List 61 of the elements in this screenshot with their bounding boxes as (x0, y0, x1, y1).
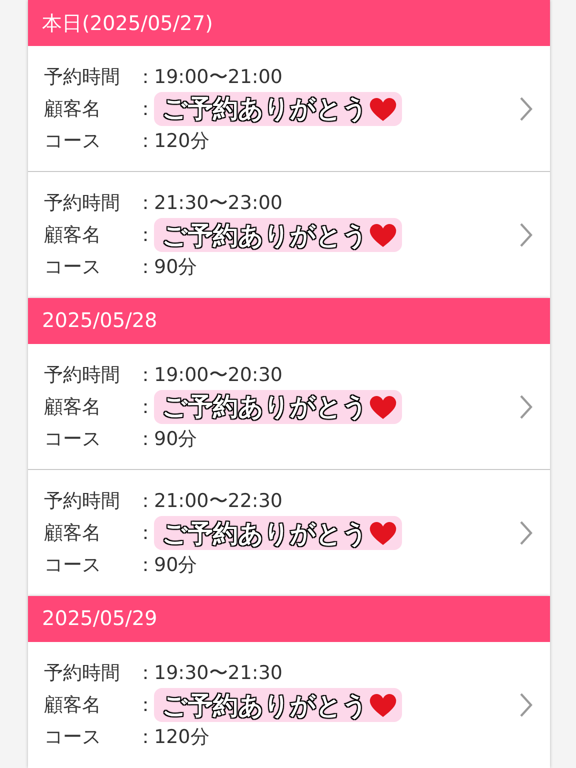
reservation-item[interactable]: 予約時間 ：19:00〜20:30 顧客名 ： ご予約ありがとう コース ：90分 (28, 344, 550, 470)
colon: ： (136, 489, 154, 514)
field-label: 顧客名 (44, 693, 102, 718)
heart-icon (368, 221, 398, 249)
field-label: コース (44, 725, 102, 750)
chevron-right-icon (518, 519, 534, 547)
field-label: 顧客名 (44, 521, 102, 546)
thank-you-sticker: ご予約ありがとう (154, 218, 402, 252)
field-label: 顧客名 (44, 394, 102, 420)
heart-icon (368, 519, 398, 547)
field-value: 90分 (154, 553, 198, 578)
reservation-item[interactable]: 予約時間 ：19:00〜21:00 顧客名 ： ご予約ありがとう コース ：120分 (28, 46, 550, 172)
field-label: コース (44, 255, 102, 280)
colon: ： (136, 426, 154, 452)
field-label: 予約時間 (44, 489, 121, 514)
colon: ： (136, 191, 154, 216)
field-value: 120分 (154, 725, 210, 750)
colon: ： (136, 725, 154, 750)
chevron-right-icon (518, 221, 534, 249)
field-value: 19:30〜21:30 (154, 661, 283, 686)
date-header: 2025/05/29 (28, 596, 550, 642)
colon: ： (136, 223, 154, 248)
colon: ： (136, 394, 154, 420)
colon: ： (136, 693, 154, 718)
field-label: 予約時間 (44, 661, 121, 686)
reservation-item[interactable]: 予約時間 ：19:30〜21:30 顧客名 ： ご予約ありがとう コース ：120分 (28, 642, 550, 768)
field-label: 顧客名 (44, 96, 102, 122)
thank-you-sticker: ご予約ありがとう (154, 688, 402, 722)
field-value: 90分 (154, 255, 198, 280)
colon: ： (136, 64, 154, 90)
field-value: 19:00〜20:30 (154, 362, 283, 388)
field-value: 120分 (154, 128, 210, 154)
thank-you-sticker: ご予約ありがとう (154, 516, 402, 550)
field-label: 予約時間 (44, 362, 121, 388)
colon: ： (136, 521, 154, 546)
field-label: 予約時間 (44, 191, 121, 216)
field-label: コース (44, 426, 102, 452)
thank-you-sticker: ご予約ありがとう (154, 390, 402, 424)
chevron-right-icon (518, 691, 534, 719)
thank-you-sticker: ご予約ありがとう (154, 92, 402, 126)
colon: ： (136, 362, 154, 388)
date-header: 本日(2025/05/27) (28, 0, 550, 46)
field-value: 21:30〜23:00 (154, 191, 283, 216)
reservation-item[interactable]: 予約時間 ：21:00〜22:30 顧客名 ： ご予約ありがとう コース ：90分 (28, 470, 550, 596)
colon: ： (136, 128, 154, 154)
field-value: 90分 (154, 426, 198, 452)
field-value: 21:00〜22:30 (154, 489, 283, 514)
chevron-right-icon (518, 392, 534, 420)
reservation-item[interactable]: 予約時間 ：21:30〜23:00 顧客名 ： ご予約ありがとう コース ：90分 (28, 172, 550, 298)
heart-icon (368, 691, 398, 719)
chevron-right-icon (518, 94, 534, 122)
colon: ： (136, 96, 154, 122)
field-label: コース (44, 128, 102, 154)
field-label: 顧客名 (44, 223, 102, 248)
field-value: 19:00〜21:00 (154, 64, 283, 90)
field-label: 予約時間 (44, 64, 121, 90)
colon: ： (136, 553, 154, 578)
date-header: 2025/05/28 (28, 298, 550, 344)
colon: ： (136, 255, 154, 280)
colon: ： (136, 661, 154, 686)
field-label: コース (44, 553, 102, 578)
